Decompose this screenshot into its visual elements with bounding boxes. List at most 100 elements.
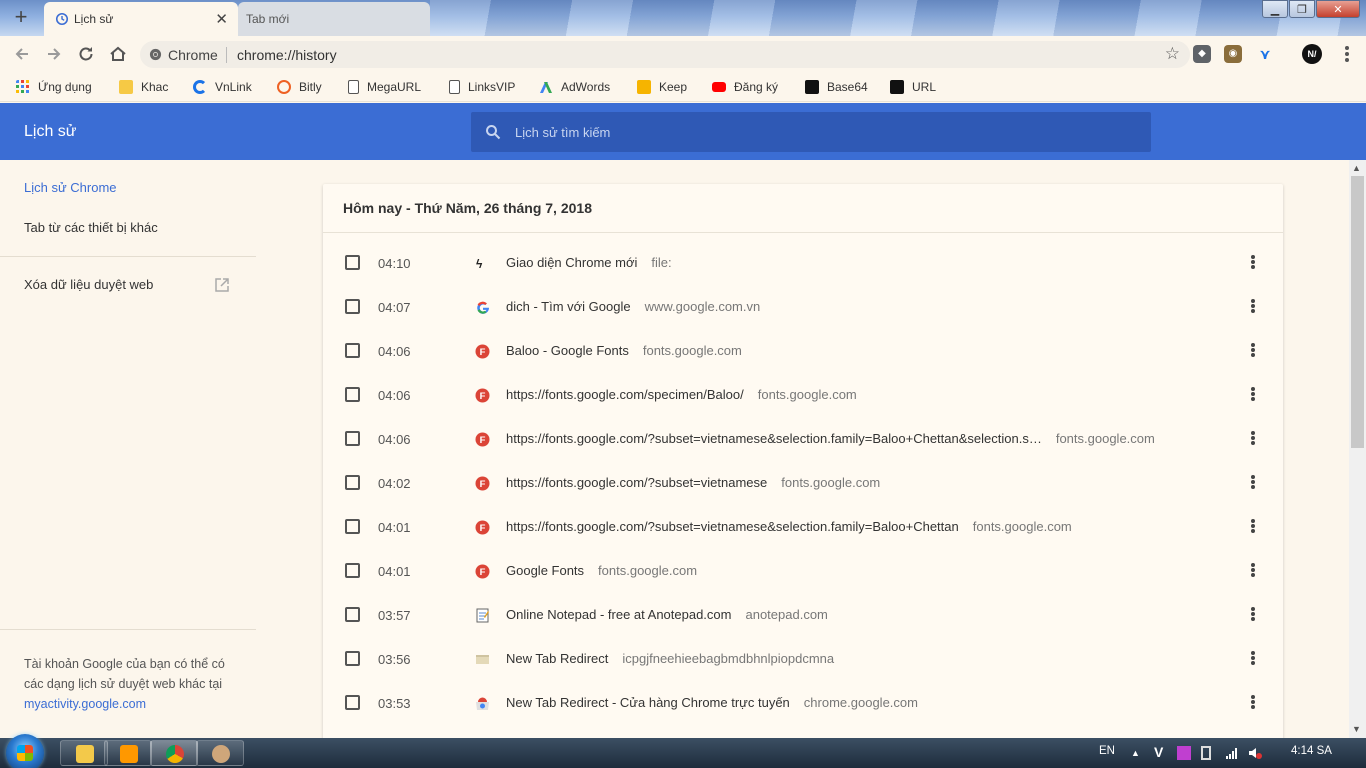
back-icon[interactable] xyxy=(12,44,32,64)
start-button[interactable] xyxy=(6,734,44,768)
bookmark-megaurl[interactable]: MegaURL xyxy=(348,78,421,96)
entry-more-actions-icon[interactable] xyxy=(1250,694,1256,712)
entry-title-link[interactable]: Online Notepad - free at Anotepad.com xyxy=(506,607,731,622)
entry-more-actions-icon[interactable] xyxy=(1250,342,1256,360)
bookmark-folder-khac[interactable]: Khac xyxy=(119,78,168,96)
omnibox[interactable]: Chrome chrome://history ☆ xyxy=(140,41,1190,68)
history-entry[interactable]: 04:06 Fhttps://fonts.google.com/specimen/… xyxy=(323,373,1283,417)
history-entry[interactable]: 04:06 Fhttps://fonts.google.com/?subset=v… xyxy=(323,417,1283,461)
entry-more-actions-icon[interactable] xyxy=(1250,254,1256,272)
history-entry[interactable]: 04:06 F Baloo - Google Fonts fonts.google.c… xyxy=(323,329,1283,373)
entry-checkbox[interactable] xyxy=(345,563,360,578)
bookmark-vnlink[interactable]: VnLink xyxy=(193,78,252,96)
entry-title-link[interactable]: https://fonts.google.com/?subset=vietnam… xyxy=(506,519,959,534)
history-entry[interactable]: 04:02 Fhttps://fonts.google.com/?subset=v… xyxy=(323,461,1283,505)
history-entry[interactable]: 04:10 ϟ Giao diện Chrome mới file: xyxy=(323,241,1283,285)
app-tray-icon[interactable] xyxy=(1177,746,1191,760)
entry-checkbox[interactable] xyxy=(345,255,360,270)
chrome-menu-icon[interactable] xyxy=(1344,44,1350,64)
scroll-thumb[interactable] xyxy=(1351,176,1364,448)
v-tray-icon[interactable]: V xyxy=(1154,744,1163,760)
bookmark-keep[interactable]: Keep xyxy=(637,78,687,96)
tab-close-icon[interactable]: ✕ xyxy=(215,10,228,28)
home-icon[interactable] xyxy=(108,44,128,64)
bookmark-linksvip[interactable]: LinksVIP xyxy=(449,78,515,96)
bookmark-base64[interactable]: Base64 xyxy=(805,78,868,96)
owl-extension-icon[interactable]: ◉ xyxy=(1224,45,1242,63)
scroll-down-icon[interactable]: ▼ xyxy=(1352,724,1361,734)
entry-checkbox[interactable] xyxy=(345,519,360,534)
language-indicator[interactable]: EN xyxy=(1099,745,1115,757)
page-scrollbar[interactable]: ▲ ▼ xyxy=(1349,160,1366,738)
v-extension-icon[interactable]: ⋎ xyxy=(1256,45,1274,63)
forward-icon[interactable] xyxy=(44,44,64,64)
entry-more-actions-icon[interactable] xyxy=(1250,518,1256,536)
history-entry[interactable]: 03:57 Online Notepad - free at Anotepad.c… xyxy=(323,593,1283,637)
entry-more-actions-icon[interactable] xyxy=(1250,562,1256,580)
entry-checkbox[interactable] xyxy=(345,431,360,446)
entry-title-link[interactable]: New Tab Redirect xyxy=(506,651,608,666)
taskbar-explorer[interactable] xyxy=(60,740,108,766)
taskbar-sublime[interactable] xyxy=(104,740,152,766)
history-entry[interactable]: 03:56 New Tab Redirect icpgjfneehieebagbmd… xyxy=(323,637,1283,681)
entry-title-link[interactable]: New Tab Redirect - Cửa hàng Chrome trực … xyxy=(506,695,790,710)
taskbar-paint[interactable] xyxy=(196,740,244,766)
battery-icon[interactable] xyxy=(1201,746,1211,760)
entry-checkbox[interactable] xyxy=(345,475,360,490)
entry-more-actions-icon[interactable] xyxy=(1250,386,1256,404)
history-entry[interactable]: 04:01 Fhttps://fonts.google.com/?subset=v… xyxy=(323,505,1283,549)
profile-avatar[interactable]: N/ xyxy=(1302,44,1322,64)
entry-more-actions-icon[interactable] xyxy=(1250,650,1256,668)
minimize-button[interactable]: ▁ xyxy=(1262,0,1288,18)
bookmark-youtube[interactable]: Đăng ký xyxy=(712,78,778,96)
open-in-new-icon[interactable] xyxy=(214,277,230,293)
entry-checkbox[interactable] xyxy=(345,607,360,622)
sidebar-item-other-devices[interactable]: Tab từ các thiết bị khác xyxy=(24,220,158,235)
new-tab-button[interactable]: + xyxy=(6,6,36,30)
entry-more-actions-icon[interactable] xyxy=(1250,298,1256,316)
tab-new-tab[interactable]: Tab mới xyxy=(238,2,430,36)
entry-title-link[interactable]: https://fonts.google.com/?subset=vietnam… xyxy=(506,475,767,490)
bookmark-star-icon[interactable]: ☆ xyxy=(1165,44,1180,64)
entry-title-link[interactable]: https://fonts.google.com/?subset=vietnam… xyxy=(506,431,1042,446)
entry-more-actions-icon[interactable] xyxy=(1250,430,1256,448)
entry-more-actions-icon[interactable] xyxy=(1250,606,1256,624)
bookmark-url[interactable]: URL xyxy=(890,78,936,96)
shield-extension-icon[interactable]: ◆ xyxy=(1193,45,1211,63)
clock[interactable]: 4:14 SA xyxy=(1291,745,1332,757)
network-icon[interactable] xyxy=(1225,746,1239,760)
entry-time: 04:06 xyxy=(378,388,411,403)
reload-icon[interactable] xyxy=(76,44,96,64)
entry-checkbox[interactable] xyxy=(345,299,360,314)
omnibox-url[interactable]: chrome://history xyxy=(237,47,337,63)
close-window-button[interactable]: ✕ xyxy=(1316,0,1360,18)
entry-domain: fonts.google.com xyxy=(1055,431,1155,446)
tray-expand-icon[interactable]: ▲ xyxy=(1131,748,1140,758)
myactivity-link[interactable]: myactivity.google.com xyxy=(24,694,244,714)
entry-title-link[interactable]: dich - Tìm với Google xyxy=(506,299,631,314)
history-entry[interactable]: 04:01 F Google Fonts fonts.google.com xyxy=(323,549,1283,593)
sidebar-item-chrome-history[interactable]: Lịch sử Chrome xyxy=(24,180,117,195)
entry-checkbox[interactable] xyxy=(345,695,360,710)
scroll-up-icon[interactable]: ▲ xyxy=(1352,163,1361,173)
entry-checkbox[interactable] xyxy=(345,387,360,402)
entry-checkbox[interactable] xyxy=(345,651,360,666)
history-search[interactable] xyxy=(471,112,1151,152)
search-input[interactable] xyxy=(515,112,1135,152)
entry-title-link[interactable]: Google Fonts xyxy=(506,563,584,578)
entry-title-link[interactable]: Baloo - Google Fonts xyxy=(506,343,629,358)
volume-muted-icon[interactable] xyxy=(1248,746,1262,760)
entry-title-link[interactable]: https://fonts.google.com/specimen/Baloo/ xyxy=(506,387,744,402)
entry-checkbox[interactable] xyxy=(345,343,360,358)
bookmark-apps[interactable]: Ứng dụng xyxy=(16,78,92,96)
history-entry[interactable]: 04:07 dich - Tìm với Google www.google.com… xyxy=(323,285,1283,329)
tab-history[interactable]: Lịch sử ✕ xyxy=(44,2,238,36)
taskbar-chrome[interactable] xyxy=(150,740,198,766)
bookmark-bitly[interactable]: Bitly xyxy=(277,78,322,96)
bookmark-adwords[interactable]: AdWords xyxy=(539,78,610,96)
entry-title-link[interactable]: Giao diện Chrome mới xyxy=(506,255,637,270)
history-entry[interactable]: 03:53 New Tab Redirect - Cửa hàng Chrome … xyxy=(323,681,1283,725)
entry-more-actions-icon[interactable] xyxy=(1250,474,1256,492)
clear-browsing-data-link[interactable]: Xóa dữ liệu duyệt web xyxy=(24,277,153,292)
maximize-button[interactable]: ❐ xyxy=(1289,0,1315,18)
